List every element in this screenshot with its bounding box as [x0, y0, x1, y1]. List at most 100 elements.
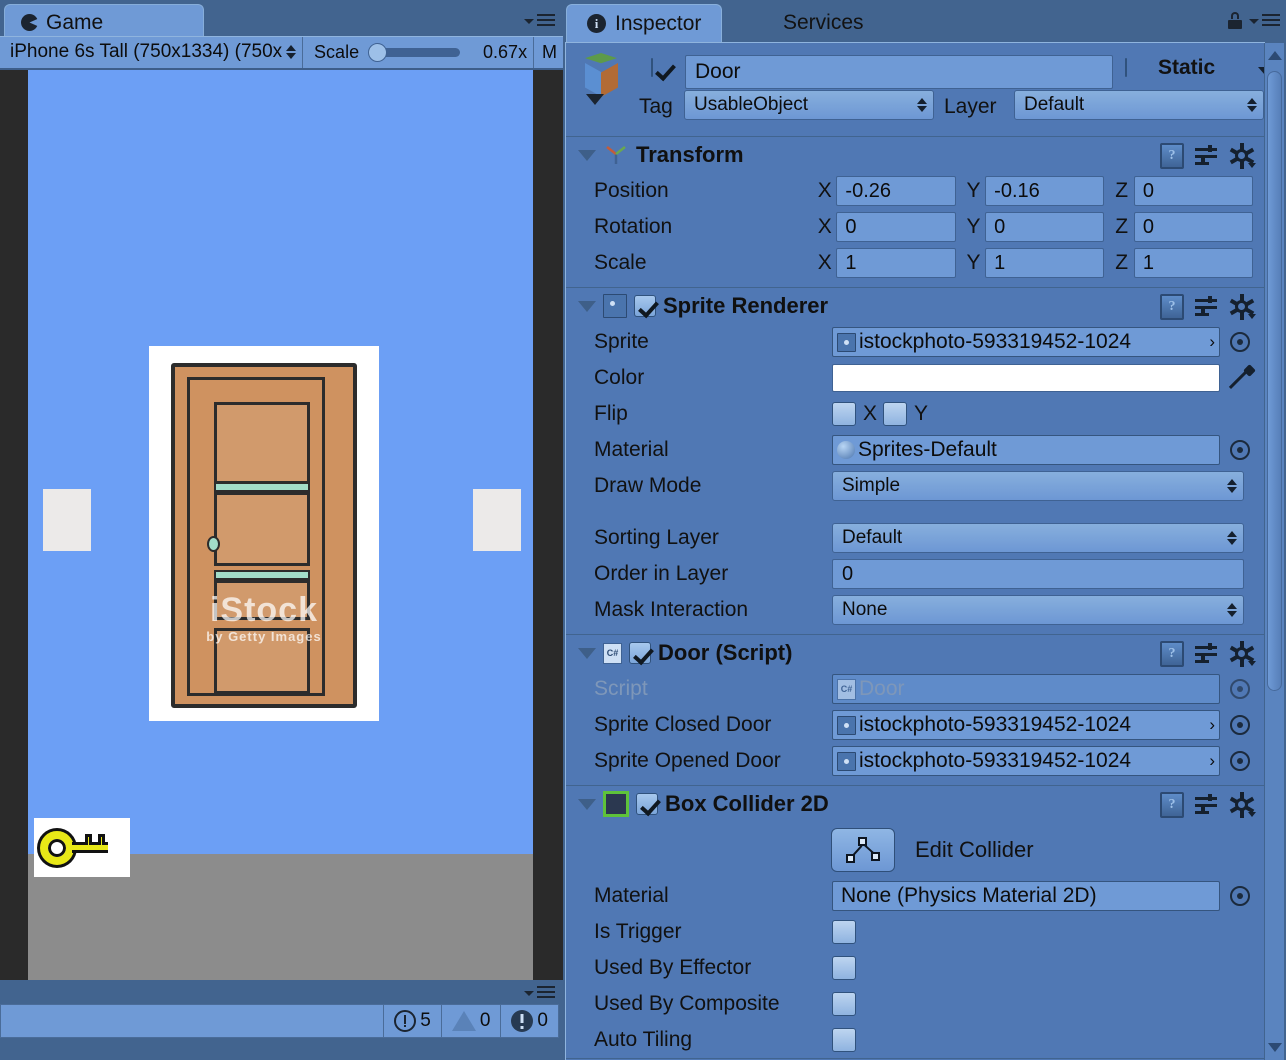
- transform-header[interactable]: Transform ?: [566, 137, 1264, 173]
- used-by-composite-checkbox[interactable]: [832, 992, 856, 1016]
- auto-tiling-row: Auto Tiling: [566, 1022, 1264, 1058]
- game-panel-menu-button[interactable]: [524, 14, 555, 26]
- flip-y-checkbox[interactable]: [883, 402, 908, 426]
- edit-collider-icon: [846, 837, 880, 863]
- updown-arrows-icon: [1227, 479, 1237, 493]
- gameobject-active-checkbox[interactable]: [651, 58, 653, 77]
- scale-slider[interactable]: [368, 43, 461, 62]
- slider-handle[interactable]: [368, 43, 388, 62]
- rotation-z-input[interactable]: 0: [1133, 212, 1253, 242]
- gear-icon[interactable]: [1229, 294, 1256, 320]
- foldout-triangle-icon[interactable]: [578, 300, 596, 312]
- auto-tiling-checkbox[interactable]: [832, 1028, 856, 1052]
- preset-icon[interactable]: [1195, 296, 1219, 318]
- used-by-effector-checkbox[interactable]: [832, 956, 856, 980]
- material-ball-icon: [837, 441, 855, 459]
- material-object-field[interactable]: Sprites-Default: [832, 435, 1220, 465]
- layer-dropdown[interactable]: Default: [1014, 90, 1264, 120]
- sprite-renderer-enabled-checkbox[interactable]: [634, 295, 656, 317]
- rotation-y-input[interactable]: 0: [985, 212, 1105, 242]
- tab-services[interactable]: Services: [763, 4, 884, 42]
- scale-z-input[interactable]: 1: [1133, 248, 1253, 278]
- preset-icon[interactable]: [1195, 145, 1219, 167]
- position-y-input[interactable]: -0.16: [985, 176, 1105, 206]
- flip-x-checkbox[interactable]: [832, 402, 856, 426]
- tab-inspector-label: Inspector: [615, 11, 702, 35]
- inspector-scrollbar[interactable]: [1264, 43, 1284, 1060]
- sprite-renderer-header[interactable]: Sprite Renderer ?: [566, 288, 1264, 324]
- lock-icon[interactable]: [1228, 12, 1242, 29]
- console-panel-menu-button[interactable]: [524, 986, 555, 998]
- inspector-body: Door Static Tag UsableObject Layer Defau…: [565, 42, 1265, 1060]
- edit-collider-button[interactable]: [831, 828, 895, 872]
- log-count-button[interactable]: 0: [500, 1005, 558, 1037]
- aspect-ratio-dropdown[interactable]: iPhone 6s Tall (750x1334) (750x: [0, 37, 303, 67]
- sprite-closed-door-picker-button[interactable]: [1230, 715, 1250, 735]
- tag-value: UsableObject: [694, 94, 809, 115]
- door-script-enabled-checkbox[interactable]: [629, 642, 651, 664]
- box-collider-2d-header[interactable]: Box Collider 2D ?: [566, 786, 1264, 822]
- inspector-panel-menu-button[interactable]: [1249, 14, 1280, 26]
- collider-material-picker-button[interactable]: [1230, 886, 1250, 906]
- sorting-layer-dropdown[interactable]: Default: [832, 523, 1244, 553]
- draw-mode-dropdown[interactable]: Simple: [832, 471, 1244, 501]
- material-label: Material: [594, 438, 669, 461]
- sprite-opened-door-picker-button[interactable]: [1230, 751, 1250, 771]
- scrollbar-thumb[interactable]: [1267, 71, 1282, 691]
- gear-icon[interactable]: [1229, 792, 1256, 818]
- warning-count-button[interactable]: 0: [440, 1005, 501, 1037]
- scroll-up-arrow-icon[interactable]: [1268, 51, 1282, 60]
- static-checkbox[interactable]: [1125, 58, 1127, 77]
- position-x-input[interactable]: -0.26: [836, 176, 956, 206]
- scale-x-input[interactable]: 1: [836, 248, 956, 278]
- box-collider-2d-enabled-checkbox[interactable]: [636, 793, 658, 815]
- sprite-closed-door-object-field[interactable]: istockphoto-593319452-1024 ›: [832, 710, 1220, 740]
- maximize-on-play-button[interactable]: M: [534, 37, 563, 68]
- rotation-z-value: 0: [1142, 215, 1155, 238]
- component-sprite-renderer: Sprite Renderer ? Sprite istockphoto-593…: [566, 288, 1264, 635]
- error-count-button[interactable]: 5: [383, 1005, 441, 1037]
- is-trigger-checkbox[interactable]: [832, 920, 856, 944]
- chevron-down-icon[interactable]: [586, 94, 604, 105]
- component-door-script: C# Door (Script) ? Script C# Door Sprite…: [566, 635, 1264, 786]
- preset-icon[interactable]: [1195, 643, 1219, 665]
- sprite-picker-button[interactable]: [1230, 332, 1250, 352]
- door-frame: [171, 363, 357, 708]
- scroll-down-arrow-icon[interactable]: [1268, 1043, 1282, 1052]
- mask-interaction-dropdown[interactable]: None: [832, 595, 1244, 625]
- collider-material-object-field[interactable]: None (Physics Material 2D): [832, 881, 1220, 911]
- foldout-triangle-icon[interactable]: [578, 149, 596, 161]
- foldout-triangle-icon[interactable]: [578, 798, 596, 810]
- rotation-x-input[interactable]: 0: [836, 212, 956, 242]
- sprite-renderer-title: Sprite Renderer: [663, 293, 829, 318]
- material-picker-button[interactable]: [1230, 440, 1250, 460]
- sprite-opened-door-object-field[interactable]: istockphoto-593319452-1024 ›: [832, 746, 1220, 776]
- gameobject-name-input[interactable]: Door: [685, 55, 1113, 89]
- help-icon[interactable]: ?: [1160, 294, 1184, 320]
- foldout-triangle-icon[interactable]: [578, 647, 596, 659]
- gear-icon[interactable]: [1229, 641, 1256, 667]
- door-panel-lower: [214, 580, 310, 620]
- tab-game[interactable]: Game: [4, 4, 204, 40]
- gameobject-prefab-icon: [578, 53, 626, 105]
- door-script-header[interactable]: C# Door (Script) ?: [566, 635, 1264, 671]
- position-z-input[interactable]: 0: [1133, 176, 1253, 206]
- script-label: Script: [594, 677, 648, 700]
- tag-dropdown[interactable]: UsableObject: [684, 90, 934, 120]
- help-icon[interactable]: ?: [1160, 143, 1184, 169]
- gear-icon[interactable]: [1229, 143, 1256, 169]
- sprite-object-field[interactable]: istockphoto-593319452-1024 ›: [832, 327, 1220, 357]
- edit-collider-row: Edit Collider: [566, 822, 1264, 878]
- overflow-arrow-icon: ›: [1209, 751, 1215, 770]
- tab-inspector[interactable]: i Inspector: [566, 4, 723, 42]
- help-icon[interactable]: ?: [1160, 641, 1184, 667]
- order-in-layer-input[interactable]: 0: [832, 559, 1244, 589]
- scale-control[interactable]: Scale 0.67x: [303, 37, 533, 68]
- sprite-asset-icon: [837, 332, 856, 352]
- preset-icon[interactable]: [1195, 794, 1219, 816]
- help-icon[interactable]: ?: [1160, 792, 1184, 818]
- eyedropper-icon[interactable]: [1228, 364, 1256, 391]
- color-swatch[interactable]: [832, 364, 1220, 392]
- scale-y-input[interactable]: 1: [985, 248, 1105, 278]
- game-viewport[interactable]: iStock by Getty Images: [0, 68, 563, 980]
